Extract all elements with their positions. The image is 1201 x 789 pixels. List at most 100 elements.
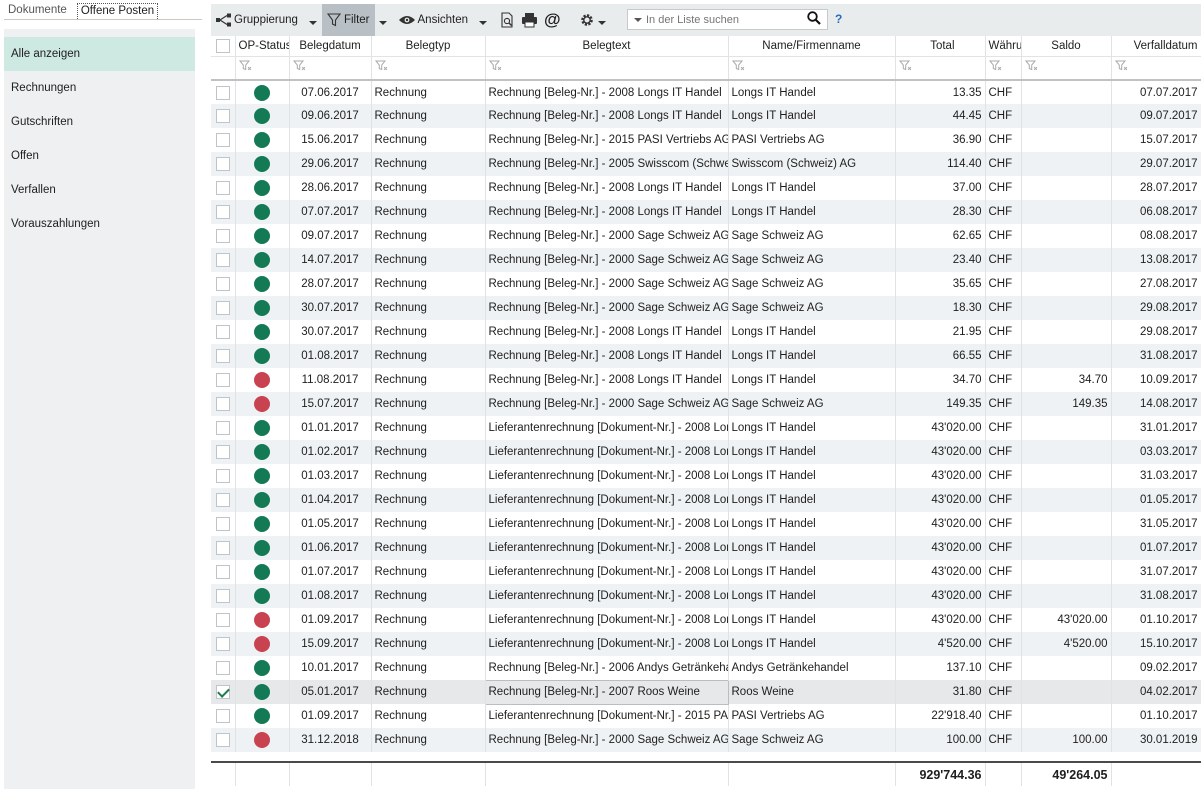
filter-button[interactable]: Filter: [321, 4, 375, 36]
row-select-cell[interactable]: [211, 632, 236, 656]
ansichten-dropdown-icon[interactable]: [479, 21, 488, 25]
nav-item-offen[interactable]: Offen: [4, 139, 195, 173]
print-button[interactable]: [518, 4, 541, 36]
row-select-cell[interactable]: [211, 248, 236, 272]
table-row[interactable]: 01.02.2017 Rechnung Lieferantenrechnung [D…: [211, 440, 1201, 464]
row-checkbox[interactable]: [215, 205, 230, 219]
table-row[interactable]: 01.06.2017 Rechnung Lieferantenrechnung [D…: [211, 536, 1201, 560]
table-row[interactable]: 09.06.2017 Rechnung Rechnung [Beleg-Nr.] -…: [211, 104, 1201, 128]
table-row[interactable]: 15.07.2017 Rechnung Rechnung [Beleg-Nr.] -…: [211, 392, 1201, 416]
search-input[interactable]: [642, 10, 807, 29]
row-select-cell[interactable]: [211, 296, 236, 320]
row-checkbox[interactable]: [215, 613, 230, 627]
ansichten-button[interactable]: Ansichten: [392, 4, 472, 36]
row-select-cell[interactable]: [211, 392, 236, 416]
row-checkbox[interactable]: [215, 517, 230, 531]
row-checkbox[interactable]: [215, 229, 230, 243]
table-row[interactable]: 11.08.2017 Rechnung Rechnung [Beleg-Nr.] -…: [211, 368, 1201, 392]
row-select-cell[interactable]: [211, 152, 236, 176]
col-verfalldatum[interactable]: Verfalldatum: [1111, 36, 1201, 57]
table-row[interactable]: 28.07.2017 Rechnung Rechnung [Beleg-Nr.] -…: [211, 272, 1201, 296]
column-filter-icon[interactable]: [292, 59, 307, 76]
row-select-cell[interactable]: [211, 656, 236, 680]
tab-offene-posten[interactable]: Offene Posten: [76, 3, 159, 19]
row-select-cell[interactable]: [211, 344, 236, 368]
help-icon[interactable]: ?: [835, 12, 842, 26]
row-select-cell[interactable]: [211, 488, 236, 512]
column-filter-cell[interactable]: [485, 56, 729, 81]
column-filter-icon[interactable]: [731, 59, 746, 76]
row-checkbox[interactable]: [215, 637, 230, 651]
table-row[interactable]: 01.04.2017 Rechnung Lieferantenrechnung [D…: [211, 488, 1201, 512]
column-filter-icon[interactable]: [1114, 59, 1129, 76]
search-icon[interactable]: [807, 11, 821, 28]
nav-item-verfallen[interactable]: Verfallen: [4, 173, 195, 207]
column-filter-icon[interactable]: [988, 59, 1003, 76]
row-select-cell[interactable]: [211, 728, 236, 752]
table-row[interactable]: 07.07.2017 Rechnung Rechnung [Beleg-Nr.] -…: [211, 200, 1201, 224]
column-filter-icon[interactable]: [238, 59, 253, 76]
table-row[interactable]: 14.07.2017 Rechnung Rechnung [Beleg-Nr.] -…: [211, 248, 1201, 272]
row-checkbox[interactable]: [215, 469, 230, 483]
table-row[interactable]: 05.01.2017 Rechnung Rechnung [Beleg-Nr.] -…: [211, 679, 1201, 705]
column-filter-cell[interactable]: [371, 56, 486, 81]
col-saldo[interactable]: Saldo: [1021, 36, 1112, 57]
row-select-cell[interactable]: [211, 704, 236, 728]
row-select-cell[interactable]: [211, 560, 236, 584]
email-button[interactable]: @: [541, 4, 564, 36]
col-total[interactable]: Total: [895, 36, 986, 57]
select-all-cell[interactable]: [211, 36, 236, 57]
col-belegtext[interactable]: Belegtext: [485, 36, 729, 57]
row-checkbox[interactable]: [215, 85, 230, 100]
row-checkbox[interactable]: [215, 589, 230, 603]
nav-item-gutschriften[interactable]: Gutschriften: [4, 105, 195, 139]
row-select-cell[interactable]: [211, 80, 236, 104]
row-select-cell[interactable]: [211, 368, 236, 392]
nav-item-vorauszahlungen[interactable]: Vorauszahlungen: [4, 207, 195, 241]
table-row[interactable]: 01.03.2017 Rechnung Lieferantenrechnung [D…: [211, 464, 1201, 488]
row-checkbox[interactable]: [215, 253, 230, 267]
table-row[interactable]: 15.06.2017 Rechnung Rechnung [Beleg-Nr.] -…: [211, 128, 1201, 152]
row-checkbox[interactable]: [215, 349, 230, 363]
table-row[interactable]: 30.07.2017 Rechnung Rechnung [Beleg-Nr.] -…: [211, 296, 1201, 320]
row-checkbox[interactable]: [215, 109, 230, 123]
row-select-cell[interactable]: [211, 320, 236, 344]
column-filter-cell[interactable]: [235, 56, 290, 81]
table-row[interactable]: 31.12.2018 Rechnung Rechnung [Beleg-Nr.] -…: [211, 728, 1201, 752]
row-checkbox[interactable]: [215, 157, 230, 171]
row-checkbox[interactable]: [215, 421, 230, 435]
filter-dropdown-icon[interactable]: [378, 21, 387, 25]
row-select-cell[interactable]: [211, 176, 236, 200]
row-checkbox[interactable]: [215, 325, 230, 339]
settings-dropdown-icon[interactable]: [597, 21, 606, 25]
col-belegtyp[interactable]: Belegtyp: [371, 36, 486, 57]
column-filter-icon[interactable]: [898, 59, 913, 76]
column-filter-icon[interactable]: [374, 59, 389, 76]
row-select-cell[interactable]: [211, 584, 236, 608]
row-select-cell[interactable]: [211, 272, 236, 296]
row-select-cell[interactable]: [211, 440, 236, 464]
row-select-cell[interactable]: [211, 512, 236, 536]
row-select-cell[interactable]: [211, 224, 236, 248]
col-belegdatum[interactable]: Belegdatum: [289, 36, 372, 57]
row-checkbox[interactable]: [215, 661, 230, 675]
row-checkbox[interactable]: [215, 181, 230, 195]
row-checkbox[interactable]: [215, 133, 230, 147]
preview-button[interactable]: [496, 4, 518, 36]
row-checkbox[interactable]: [215, 397, 230, 411]
nav-item-rechnungen[interactable]: Rechnungen: [4, 71, 195, 105]
row-select-cell[interactable]: [211, 464, 236, 488]
table-row[interactable]: 15.09.2017 Rechnung Lieferantenrechnung [D…: [211, 632, 1201, 656]
column-filter-icon[interactable]: [1024, 59, 1039, 76]
row-checkbox[interactable]: [215, 733, 230, 747]
column-filter-cell[interactable]: [1111, 56, 1201, 81]
table-row[interactable]: 01.08.2017 Rechnung Lieferantenrechnung [D…: [211, 584, 1201, 608]
table-row[interactable]: 01.09.2017 Rechnung Lieferantenrechnung [D…: [211, 704, 1201, 728]
settings-button[interactable]: [576, 4, 598, 36]
col-name[interactable]: Name/Firmenname: [728, 36, 896, 57]
table-row[interactable]: 01.07.2017 Rechnung Lieferantenrechnung [D…: [211, 560, 1201, 584]
table-row[interactable]: 28.06.2017 Rechnung Rechnung [Beleg-Nr.] -…: [211, 176, 1201, 200]
row-select-cell[interactable]: [211, 200, 236, 224]
column-filter-cell[interactable]: [985, 56, 1022, 81]
column-filter-cell[interactable]: [895, 56, 986, 81]
